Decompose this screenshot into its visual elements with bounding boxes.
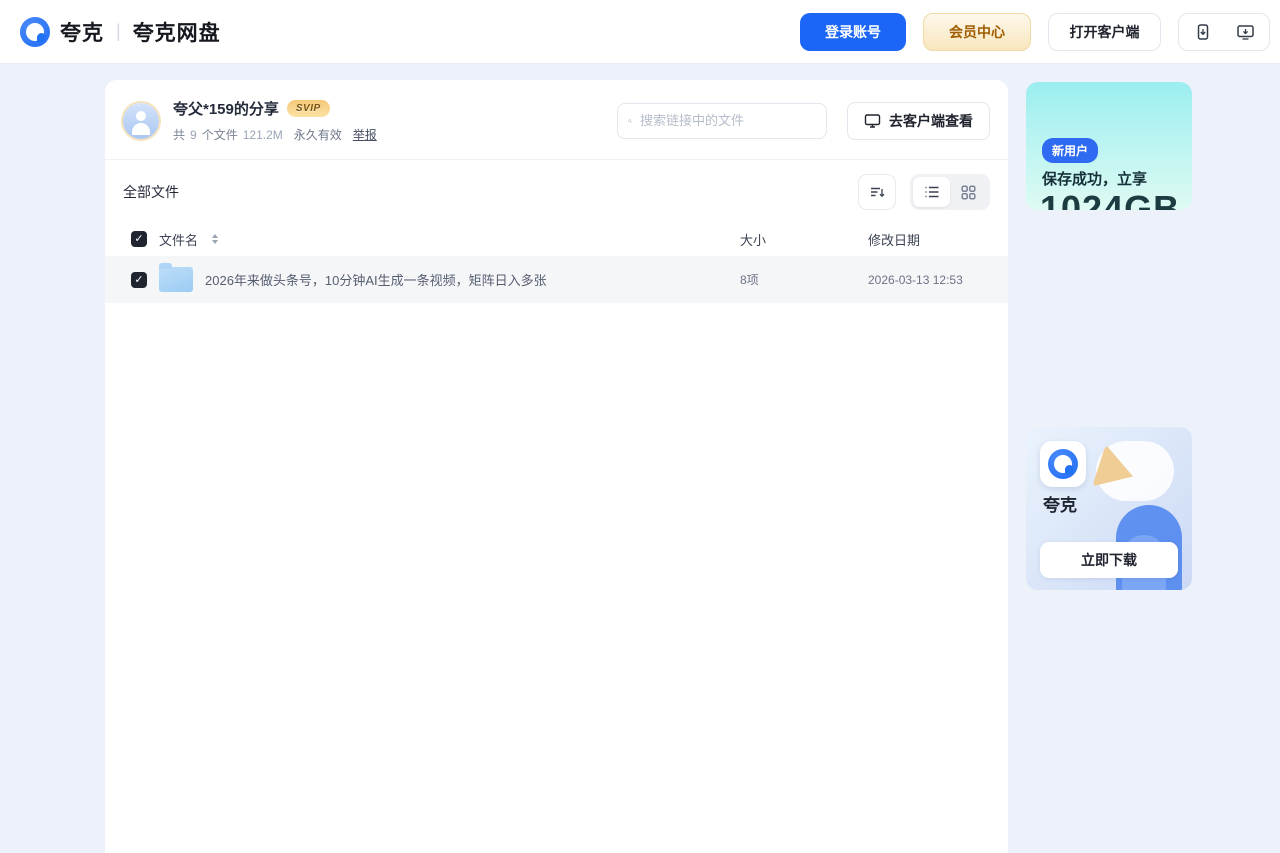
monitor-icon xyxy=(864,113,881,129)
validity: 永久有效 xyxy=(294,126,342,143)
top-header: 夸克 | 夸克网盘 登录账号 会员中心 打开客户端 xyxy=(0,0,1280,64)
app-download-card[interactable]: 夸克 立即下载 xyxy=(1026,427,1192,590)
view-in-client-button[interactable]: 去客户端查看 xyxy=(847,102,990,140)
share-title: 夸父*159的分享 xyxy=(173,98,279,119)
meta-prefix: 共 xyxy=(173,126,185,143)
desktop-download-icon[interactable] xyxy=(1236,23,1255,41)
search-icon xyxy=(628,113,632,129)
file-name[interactable]: 2026年来做头条号，10分钟AI生成一条视频，矩阵日入多张 xyxy=(205,270,547,289)
column-size[interactable]: 大小 xyxy=(740,230,868,249)
search-input[interactable] xyxy=(640,113,816,128)
brand-divider: | xyxy=(116,21,121,42)
total-size: 121.2M xyxy=(243,128,283,142)
quark-app-icon xyxy=(1040,441,1086,487)
report-link[interactable]: 举报 xyxy=(353,126,377,143)
view-mode-toggle xyxy=(910,174,990,210)
file-size: 8项 xyxy=(740,271,868,288)
login-button[interactable]: 登录账号 xyxy=(800,13,906,51)
file-modified: 2026-03-13 12:53 xyxy=(868,273,1008,287)
product-name: 夸克网盘 xyxy=(133,17,221,47)
svip-badge: SVIP xyxy=(287,100,330,117)
column-name[interactable]: 文件名 xyxy=(159,230,198,249)
quark-logo-icon xyxy=(20,17,50,47)
promo-line1: 保存成功，立享 xyxy=(1042,168,1147,189)
sort-icon xyxy=(869,184,886,200)
promo-line2: 1024GB xyxy=(1040,188,1180,210)
search-box[interactable] xyxy=(617,103,827,139)
select-all-checkbox[interactable]: ✓ xyxy=(131,231,147,247)
brand: 夸克 | 夸克网盘 xyxy=(20,17,221,47)
list-view-icon xyxy=(924,185,940,199)
meta-unit: 个文件 xyxy=(202,126,238,143)
view-in-client-label: 去客户端查看 xyxy=(889,111,973,131)
download-app-icons xyxy=(1178,13,1270,51)
grid-view-button[interactable] xyxy=(950,177,987,207)
header-actions: 登录账号 会员中心 打开客户端 xyxy=(800,13,1270,51)
new-user-badge: 新用户 xyxy=(1042,138,1098,163)
share-panel: 夸父*159的分享 SVIP 共 9 个文件 121.2M 永久有效 举报 xyxy=(105,80,1008,853)
file-count: 9 xyxy=(190,128,197,142)
grid-view-icon xyxy=(961,185,976,200)
app-name: 夸克 xyxy=(1043,491,1077,516)
share-header: 夸父*159的分享 SVIP 共 9 个文件 121.2M 永久有效 举报 xyxy=(105,80,1008,160)
share-meta: 共 9 个文件 121.2M 永久有效 举报 xyxy=(173,126,377,143)
name-sort-carets-icon[interactable] xyxy=(212,234,218,244)
column-modified[interactable]: 修改日期 xyxy=(868,230,1008,249)
open-client-button[interactable]: 打开客户端 xyxy=(1048,13,1161,51)
download-now-button[interactable]: 立即下载 xyxy=(1040,542,1178,578)
vip-center-button[interactable]: 会员中心 xyxy=(923,13,1031,51)
phone-download-icon[interactable] xyxy=(1194,23,1212,41)
storage-promo-card[interactable]: 新用户 保存成功，立享 1024GB xyxy=(1026,82,1192,210)
row-checkbox[interactable]: ✓ xyxy=(131,272,147,288)
section-title: 全部文件 xyxy=(123,182,179,202)
avatar xyxy=(123,103,159,139)
sort-order-button[interactable] xyxy=(858,174,896,210)
list-view-button[interactable] xyxy=(913,177,950,207)
folder-icon xyxy=(159,267,193,292)
table-row[interactable]: ✓ 2026年来做头条号，10分钟AI生成一条视频，矩阵日入多张 8项 2026… xyxy=(105,256,1008,303)
brand-name: 夸克 xyxy=(60,17,104,47)
file-toolbar: 全部文件 xyxy=(105,160,1008,222)
table-header: ✓ 文件名 大小 修改日期 xyxy=(105,222,1008,256)
